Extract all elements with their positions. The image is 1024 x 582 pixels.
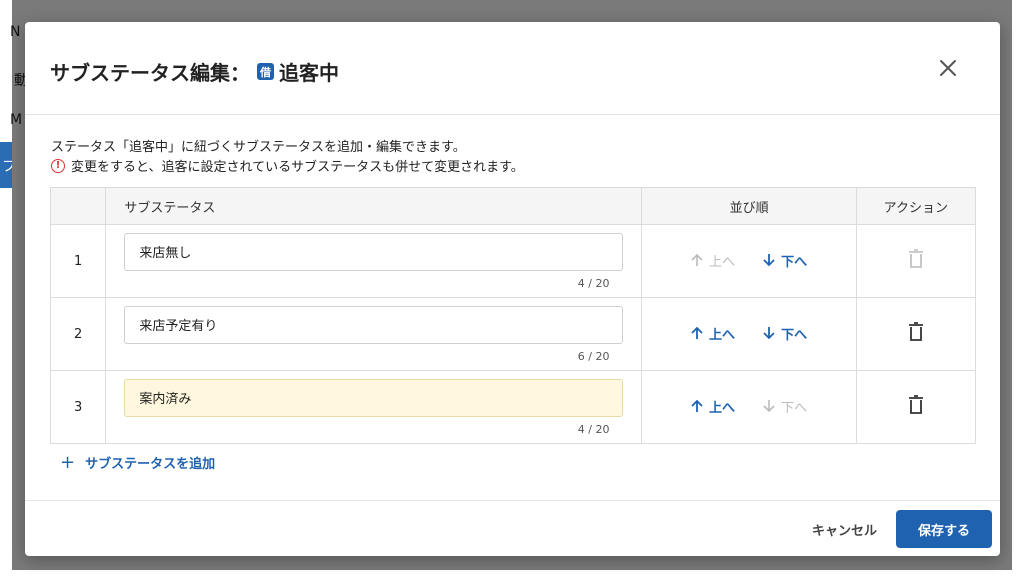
plus-icon: + — [60, 452, 76, 473]
move-down-button[interactable]: 下へ — [763, 251, 807, 270]
action-cell — [855, 370, 977, 444]
row-number: 1 — [49, 224, 107, 298]
row-number: 3 — [49, 370, 107, 444]
order-cell: 上へ 下へ — [641, 297, 857, 371]
arrow-up-icon — [691, 254, 703, 267]
dialog-title-prefix: サブステータス編集： — [50, 61, 250, 85]
move-up-button[interactable]: 上へ — [691, 397, 735, 416]
header-number — [49, 187, 107, 225]
save-button[interactable]: 保存する — [896, 510, 992, 548]
row-number: 2 — [49, 297, 107, 371]
sub-status-input[interactable]: 案内済み — [124, 378, 624, 417]
action-cell — [855, 224, 977, 298]
header-sub-status: サブステータス — [105, 187, 643, 225]
move-down-button[interactable]: 下へ — [763, 324, 807, 343]
move-down-label: 下へ — [781, 254, 808, 270]
warning-icon: ! — [51, 158, 65, 173]
order-cell: 上へ 下へ — [641, 370, 857, 444]
name-cell: 案内済み 4 / 20 — [105, 370, 643, 444]
move-down-label: 下へ — [781, 327, 808, 343]
trash-icon[interactable] — [908, 322, 924, 342]
table-header-row: サブステータス 並び順 アクション — [49, 187, 977, 225]
table-row: 3 案内済み 4 / 20 上へ 下へ — [49, 370, 977, 444]
move-up-button[interactable]: 上へ — [691, 251, 735, 270]
sub-status-edit-dialog: サブステータス編集： 借 追客中 ステータス「追客中」に紐づくサブステータスを追… — [25, 22, 1000, 556]
sub-status-input[interactable]: 来店無し — [124, 232, 624, 271]
warning-message: ! 変更をすると、追客に設定されているサブステータスも併せて変更されます。 — [51, 156, 524, 175]
sub-status-table: サブステータス 並び順 アクション 1 来店無し 4 / 20 上へ 下へ 2 … — [49, 187, 977, 444]
move-up-button[interactable]: 上へ — [691, 324, 735, 343]
arrow-down-icon — [763, 327, 775, 340]
order-cell: 上へ 下へ — [641, 224, 857, 298]
warning-text: 変更をすると、追客に設定されているサブステータスも併せて変更されます。 — [71, 160, 524, 175]
char-counter: 4 / 20 — [577, 422, 610, 436]
arrow-up-icon — [691, 326, 703, 340]
background-nav-item: フ — [0, 142, 16, 188]
trash-icon[interactable] — [908, 395, 924, 415]
close-icon[interactable] — [936, 56, 960, 80]
status-name: 追客中 — [279, 61, 339, 85]
arrow-down-icon — [763, 400, 775, 413]
move-down-button[interactable]: 下へ — [763, 397, 807, 416]
dialog-header: サブステータス編集： 借 追客中 — [25, 22, 1000, 115]
sub-status-input[interactable]: 来店予定有り — [124, 305, 624, 344]
table-row: 1 来店無し 4 / 20 上へ 下へ — [49, 224, 977, 298]
name-cell: 来店無し 4 / 20 — [105, 224, 643, 298]
arrow-up-icon — [691, 399, 703, 413]
move-down-label: 下へ — [781, 400, 808, 416]
name-cell: 来店予定有り 6 / 20 — [105, 297, 643, 371]
dialog-description: ステータス「追客中」に紐づくサブステータスを追加・編集できます。 — [51, 140, 466, 155]
header-action: アクション — [855, 187, 977, 225]
move-up-label: 上へ — [708, 254, 735, 270]
action-cell — [855, 297, 977, 371]
char-counter: 6 / 20 — [577, 349, 610, 363]
char-counter: 4 / 20 — [577, 276, 610, 290]
add-sub-status-button[interactable]: + サブステータスを追加 — [60, 452, 215, 473]
dialog-title: サブステータス編集： 借 追客中 — [50, 57, 339, 86]
cancel-button[interactable]: キャンセル — [812, 520, 877, 539]
dialog-footer: キャンセル 保存する — [25, 500, 1000, 557]
move-up-label: 上へ — [708, 400, 735, 416]
arrow-down-icon — [763, 254, 775, 267]
trash-icon[interactable] — [908, 249, 924, 269]
add-sub-status-label: サブステータスを追加 — [85, 457, 216, 472]
status-badge: 借 — [257, 63, 274, 80]
table-row: 2 来店予定有り 6 / 20 上へ 下へ — [49, 297, 977, 371]
header-order: 並び順 — [641, 187, 857, 225]
move-up-label: 上へ — [708, 327, 735, 343]
